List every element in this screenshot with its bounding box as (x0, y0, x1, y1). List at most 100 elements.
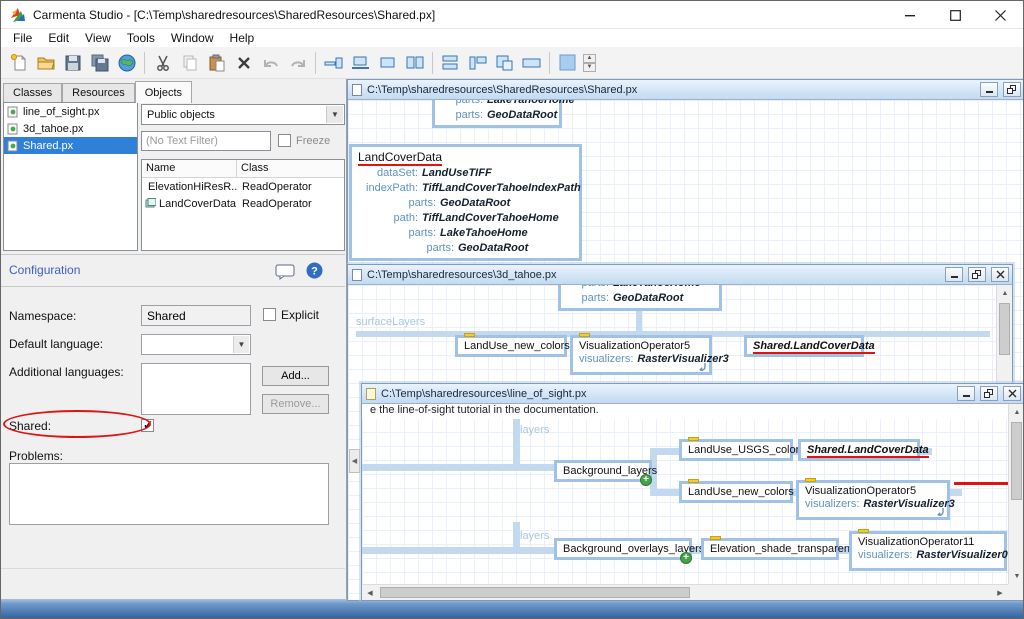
default-language-dropdown[interactable]: ▼ (141, 334, 251, 355)
help-icon[interactable]: ? (306, 262, 323, 279)
vertical-scrollbar[interactable]: ▲ ▼ (1008, 404, 1024, 584)
mdi-restore-button[interactable] (1003, 82, 1021, 97)
text-filter-input[interactable] (141, 131, 271, 151)
add-icon[interactable] (640, 474, 652, 486)
stepper-up-icon[interactable]: ▲ (583, 54, 596, 63)
align-mixed-icon[interactable] (464, 49, 491, 76)
table-row[interactable]: ElevationHiResR... ReadOperator (142, 178, 344, 195)
node-shared-landcoverdata[interactable]: Shared.LandCoverData (798, 439, 920, 461)
node-landcoverdata[interactable]: LandCoverData dataSet:LandUseTIFF indexP… (349, 144, 582, 261)
collapse-arrow-icon[interactable] (697, 362, 707, 372)
scroll-up-icon[interactable]: ▲ (997, 285, 1012, 301)
node-landuse-usgs-colors[interactable]: LandUse_USGS_colors (679, 439, 793, 461)
align-pair-icon[interactable] (401, 49, 428, 76)
copy-icon[interactable] (176, 49, 203, 76)
freeze-checkbox[interactable] (278, 134, 291, 147)
problems-box[interactable] (9, 463, 329, 525)
mdi-minimize-button[interactable] (980, 82, 998, 97)
mdi-titlebar[interactable]: C:\Temp\sharedresources\3d_tahoe.px (348, 265, 1012, 285)
menu-edit[interactable]: Edit (40, 30, 77, 46)
prop-value: LandUseTIFF (422, 166, 492, 181)
tab-objects[interactable]: Objects (135, 81, 192, 103)
node-shared-landcoverdata[interactable]: Shared.LandCoverData (744, 335, 864, 357)
open-folder-icon[interactable] (32, 49, 59, 76)
same-size-icon[interactable] (491, 49, 518, 76)
distribute-rows-icon[interactable] (437, 49, 464, 76)
scrollbar-thumb[interactable] (999, 303, 1010, 355)
stepper-down-icon[interactable]: ▼ (583, 63, 596, 72)
additional-languages-list[interactable] (141, 363, 251, 415)
menu-file[interactable]: File (5, 30, 40, 46)
mdi-titlebar[interactable]: C:\Temp\sharedresources\line_of_sight.px (362, 384, 1024, 404)
scroll-up-icon[interactable]: ▲ (1009, 404, 1024, 420)
scrollbar-thumb[interactable] (1011, 422, 1022, 500)
scroll-left-icon[interactable]: ◀ (362, 585, 378, 600)
menu-help[interactable]: Help (222, 30, 263, 46)
mdi-restore-button[interactable] (968, 267, 986, 282)
node-landuse-new-colors[interactable]: LandUse_new_colors (455, 335, 567, 357)
scroll-right-icon[interactable]: ▶ (992, 585, 1008, 600)
save-icon[interactable] (59, 49, 86, 76)
prop-value: GeoDataRoot (458, 241, 528, 256)
namespace-label: Namespace: (9, 309, 76, 323)
align-rect-icon[interactable] (374, 49, 401, 76)
close-button[interactable] (978, 1, 1023, 29)
zoom-stepper[interactable]: ▲ ▼ (583, 54, 596, 72)
collapse-arrow-icon[interactable] (935, 507, 945, 517)
menu-tools[interactable]: Tools (119, 30, 163, 46)
node-visualizationoperator5[interactable]: VisualizationOperator5 visualizers:Raste… (796, 480, 950, 520)
diagram-canvas-line-of-sight[interactable]: e the line-of-sight tutorial in the docu… (362, 404, 1024, 600)
file-list-item-selected[interactable]: Shared.px (4, 137, 137, 154)
menu-window[interactable]: Window (163, 30, 222, 46)
table-row[interactable]: LandCoverData ReadOperator (142, 195, 344, 212)
cut-icon[interactable] (149, 49, 176, 76)
scrollbar-thumb[interactable] (380, 587, 690, 598)
grid-size-icon[interactable] (554, 49, 581, 76)
scroll-down-icon[interactable]: ▼ (1009, 568, 1024, 584)
node-visualizationoperator11[interactable]: VisualizationOperator11 visualizers:Rast… (849, 531, 1007, 571)
comment-bubble-icon[interactable] (275, 264, 295, 280)
align-left-icon[interactable] (320, 49, 347, 76)
node-visualizationoperator5[interactable]: VisualizationOperator5 visualizers:Raste… (570, 335, 712, 375)
explicit-checkbox[interactable] (263, 308, 276, 321)
save-all-icon[interactable] (86, 49, 113, 76)
namespace-input[interactable] (141, 305, 251, 326)
node-landuse-new-colors[interactable]: LandUse_new_colors (679, 481, 793, 503)
mdi-close-button[interactable] (991, 267, 1009, 282)
node-elevation-shade-transparent[interactable]: Elevation_shade_transparent (701, 538, 839, 560)
node-title: Shared.LandCoverData (807, 444, 929, 458)
object-scope-dropdown[interactable]: Public objects ▼ (141, 104, 345, 125)
node-background-overlays-layers[interactable]: Background_overlays_layers (554, 538, 692, 560)
undo-icon[interactable] (257, 49, 284, 76)
horizontal-scrollbar[interactable]: ◀ ▶ (362, 584, 1008, 600)
add-button[interactable]: Add... (262, 366, 329, 386)
node-background-layers[interactable]: Background_layers (554, 460, 652, 482)
column-header-class[interactable]: Class (237, 160, 273, 177)
maximize-button[interactable] (933, 1, 978, 29)
node-partial-geodataroot[interactable]: parts:LakeTahoeHome parts:GeoDataRoot (432, 100, 562, 128)
file-list-item[interactable]: 3d_tahoe.px (4, 120, 137, 137)
panel-collapse-arrow-icon[interactable]: ◀ (349, 449, 360, 473)
paste-icon[interactable] (203, 49, 230, 76)
add-icon[interactable] (680, 552, 692, 564)
redo-icon[interactable] (284, 49, 311, 76)
menu-view[interactable]: View (77, 30, 119, 46)
align-bottom-icon[interactable] (347, 49, 374, 76)
port-label: surfaceLayers (356, 316, 425, 328)
node-partial-geodataroot[interactable]: parts:LakeTahoeHome parts:GeoDataRoot (558, 285, 722, 311)
remove-button[interactable]: Remove... (262, 394, 329, 414)
mdi-minimize-button[interactable] (957, 386, 975, 401)
scrollbar-corner (1008, 584, 1024, 600)
minimize-button[interactable] (888, 1, 933, 29)
new-file-icon[interactable] (5, 49, 32, 76)
mdi-titlebar[interactable]: C:\Temp\sharedresources\SharedResources\… (348, 80, 1024, 100)
column-header-name[interactable]: Name (142, 160, 237, 177)
mdi-restore-button[interactable] (980, 386, 998, 401)
mdi-close-button[interactable] (1003, 386, 1021, 401)
mdi-minimize-button[interactable] (945, 267, 963, 282)
delete-icon[interactable] (230, 49, 257, 76)
file-list-item[interactable]: line_of_sight.px (4, 103, 137, 120)
globe-icon[interactable] (113, 49, 140, 76)
wide-rect-icon[interactable] (518, 49, 545, 76)
scope-value: Public objects (147, 109, 215, 121)
